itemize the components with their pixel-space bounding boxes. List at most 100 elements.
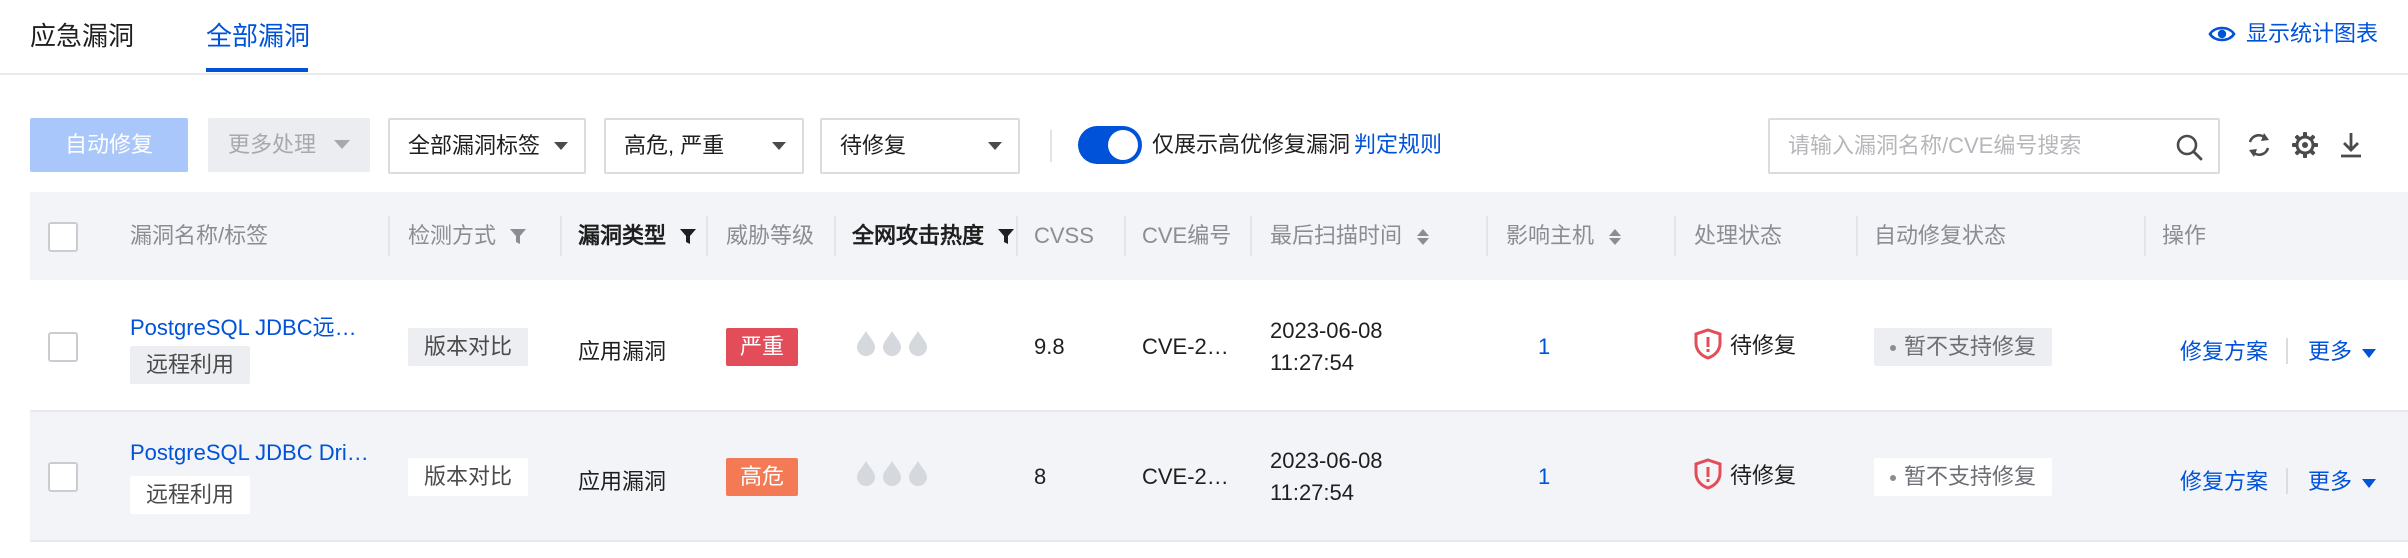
tab-emergency-vulns[interactable]: 应急漏洞 [30,18,134,54]
affected-hosts-link[interactable]: 1 [1538,334,1550,360]
col-header-detect-label: 检测方式 [408,223,497,248]
more-actions-dropdown[interactable]: 更多处理 [208,118,370,172]
vuln-name-link[interactable]: PostgreSQL JDBC远… [130,310,370,342]
vuln-type: 应用漏洞 [578,339,667,364]
auto-fix-button[interactable]: 自动修复 [30,118,188,172]
search-icon[interactable] [2174,132,2204,162]
col-header-level: 威胁等级 [726,223,815,248]
detect-method-tag: 版本对比 [408,328,529,366]
col-header-scan-time: 最后扫描时间 [1270,192,1430,280]
col-separator [1486,216,1488,256]
scan-time: 11:27:54 [1270,350,1355,375]
col-header-type: 漏洞类型 [578,192,697,280]
flame-icon [883,331,901,356]
col-header-ops: 操作 [2162,223,2207,248]
gear-icon[interactable] [2290,130,2320,160]
show-stats-chart-link[interactable]: 显示统计图表 [2208,18,2378,50]
detect-method-tag: 版本对比 [408,458,529,496]
process-status: 待修复 [1694,328,1796,360]
affected-hosts-link[interactable]: 1 [1538,464,1550,490]
vuln-tag-select[interactable]: 全部漏洞标签 [388,118,586,174]
vuln-name-link[interactable]: PostgreSQL JDBC Dri… [130,440,370,466]
sort-icon[interactable] [1608,227,1622,247]
more-ops-label: 更多 [2308,469,2353,494]
select-all-checkbox[interactable] [48,222,78,252]
refresh-icon[interactable] [2244,130,2274,160]
op-separator [2286,468,2288,494]
scan-time: 11:27:54 [1270,480,1355,505]
status-dot [1890,475,1896,482]
table-row: PostgreSQL JDBC远… 远程利用 版本对比 应用漏洞 严重 9.8 … [30,282,2408,412]
flame-icon [909,331,927,356]
scan-date: 2023-06-08 [1270,448,1383,473]
col-header-cvss: CVSS [1034,223,1094,248]
col-separator [1124,216,1126,256]
more-ops-dropdown[interactable]: 更多 [2308,334,2377,366]
threat-level-badge: 严重 [726,328,799,366]
filter-icon[interactable] [680,228,697,246]
process-status-label: 待修复 [1730,463,1797,488]
col-header-heat-label: 全网攻击热度 [852,223,985,248]
vuln-tag-select-value: 全部漏洞标签 [408,133,541,158]
vuln-tag: 远程利用 [130,476,251,514]
caret-down-icon [2362,478,2377,488]
status-dot [1890,345,1896,352]
high-priority-toggle-label: 仅展示高优修复漏洞 [1152,132,1351,157]
active-tab-indicator [206,68,308,72]
col-header-status: 处理状态 [1694,223,1783,248]
process-status-label: 待修复 [1730,333,1797,358]
top-tab-bar: 应急漏洞 全部漏洞 显示统计图表 [0,0,2408,75]
threat-level-badge: 高危 [726,458,799,496]
vuln-search-box [1768,118,2220,174]
toolbar: 自动修复 更多处理 全部漏洞标签 高危, 严重 待修复 仅展示高优修复漏洞 判定… [0,118,2408,174]
filter-icon[interactable] [510,228,527,246]
more-ops-dropdown[interactable]: 更多 [2308,464,2377,496]
download-icon[interactable] [2336,130,2366,160]
col-separator [1856,216,1858,256]
col-separator [2144,216,2146,256]
tab-all-vulns[interactable]: 全部漏洞 [206,18,310,54]
col-header-heat: 全网攻击热度 [852,192,1015,280]
col-separator [388,216,390,256]
stats-link-label: 显示统计图表 [2245,21,2378,46]
col-header-hosts: 影响主机 [1506,192,1622,280]
scan-date: 2023-06-08 [1270,318,1383,343]
eye-icon [2208,26,2236,42]
judgement-rule-link[interactable]: 判定规则 [1354,128,1442,162]
high-priority-toggle[interactable] [1078,126,1142,164]
col-header-type-label: 漏洞类型 [578,223,667,248]
table-header: 漏洞名称/标签 检测方式 漏洞类型 威胁等级 全网攻击热度 CVSS CVE编号… [30,192,2408,280]
more-ops-label: 更多 [2308,339,2353,364]
col-header-auto-fix: 自动修复状态 [1874,223,2007,248]
fix-plan-link[interactable]: 修复方案 [2180,334,2268,366]
more-actions-label: 更多处理 [228,132,317,157]
vuln-search-input[interactable] [1770,120,2168,172]
table-row: PostgreSQL JDBC Dri… 远程利用 版本对比 应用漏洞 高危 8… [30,412,2408,542]
status-select-value: 待修复 [840,133,907,158]
filter-icon[interactable] [998,228,1015,246]
caret-down-icon [554,142,568,150]
row-checkbox[interactable] [48,462,78,492]
col-separator [706,216,708,256]
cvss-score: 9.8 [1034,334,1065,359]
auto-fix-status-label: 暂不支持修复 [1904,334,2037,359]
op-separator [2286,338,2288,364]
threat-level-select-value: 高危, 严重 [624,133,725,158]
sort-icon[interactable] [1416,227,1430,247]
toggle-knob [1108,130,1138,160]
vuln-type: 应用漏洞 [578,469,667,494]
auto-fix-status-label: 暂不支持修复 [1904,464,2037,489]
auto-fix-status-tag: 暂不支持修复 [1874,458,2053,496]
caret-down-icon [334,140,350,149]
threat-level-select[interactable]: 高危, 严重 [604,118,804,174]
cvss-score: 8 [1034,464,1047,489]
flame-icon [909,461,927,486]
status-select[interactable]: 待修复 [820,118,1020,174]
col-separator [834,216,836,256]
process-status: 待修复 [1694,458,1796,490]
col-separator [1250,216,1252,256]
fix-plan-link[interactable]: 修复方案 [2180,464,2268,496]
shield-alert-icon [1694,328,1722,360]
row-checkbox[interactable] [48,332,78,362]
attack-heat-indicator [856,330,928,356]
